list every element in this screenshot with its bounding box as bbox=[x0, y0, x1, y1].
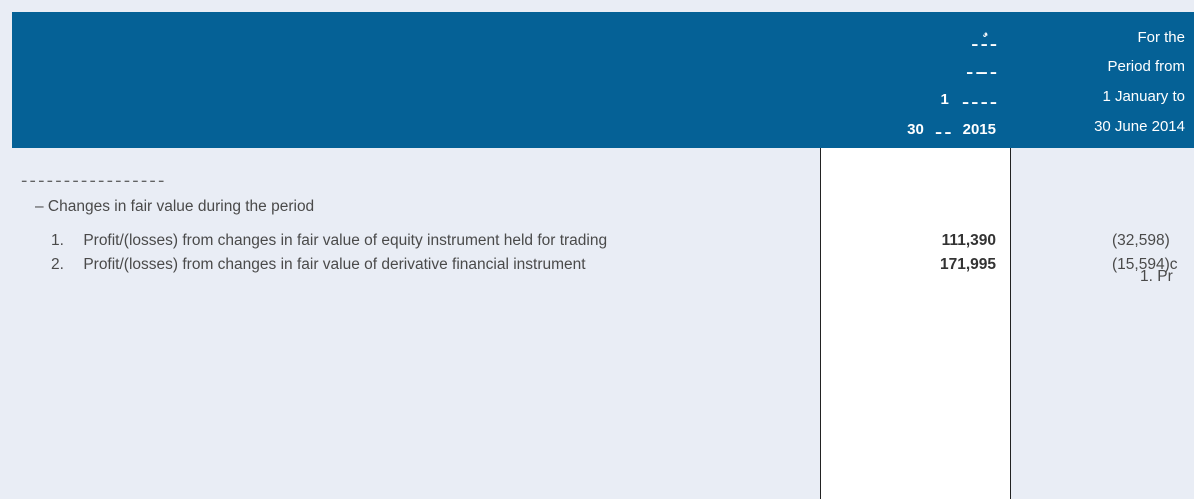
overflow-text: 1. Pr bbox=[1140, 268, 1173, 285]
current-period-line-1: ـ ـٌ ـ bbox=[972, 33, 996, 50]
row-description: Profit/(losses) from changes in fair val… bbox=[83, 232, 608, 249]
table-row: 1. Profit/(losses) from changes in fair … bbox=[0, 232, 1194, 256]
sub-heading: – Changes in fair value during the perio… bbox=[35, 198, 315, 215]
table-row: 2. Profit/(losses) from changes in fair … bbox=[0, 256, 1194, 280]
row-index: 2. bbox=[51, 256, 64, 273]
current-period-line-3: 1 ـ ـ ـ ـ bbox=[940, 91, 996, 108]
section-heading: ـ ـ ـ ـ ـ ـ ـ ـ ـ ـ ـ ـ ـ ـ ـ ـ ـ bbox=[22, 169, 164, 186]
row-current-value: 111,390 bbox=[941, 232, 996, 249]
current-period-line-2: ـ ــ ـ bbox=[967, 61, 996, 78]
row-index: 1. bbox=[51, 232, 64, 249]
prior-period-header: For the Period from 1 January to 30 June… bbox=[1010, 12, 1194, 148]
row-prior-value: (32,598) bbox=[1112, 232, 1170, 249]
prior-period-line-1: For the bbox=[1137, 29, 1185, 46]
prior-period-line-3: 1 January to bbox=[1102, 88, 1185, 105]
row-label: 2. Profit/(losses) from changes in fair … bbox=[51, 256, 586, 274]
prior-period-line-2: Period from bbox=[1107, 58, 1185, 75]
current-period-header: ـ ـٌ ـ ـ ــ ـ 1 ـ ـ ـ ـ 30 ـ ـ 2015 bbox=[820, 12, 1010, 148]
current-period-line-4: 30 ـ ـ 2015 bbox=[907, 121, 996, 138]
row-description: Profit/(losses) from changes in fair val… bbox=[83, 256, 586, 273]
current-period-column-panel bbox=[820, 148, 1011, 499]
prior-period-line-4: 30 June 2014 bbox=[1094, 118, 1185, 135]
row-current-value: 171,995 bbox=[939, 256, 996, 273]
row-label: 1. Profit/(losses) from changes in fair … bbox=[51, 232, 607, 250]
